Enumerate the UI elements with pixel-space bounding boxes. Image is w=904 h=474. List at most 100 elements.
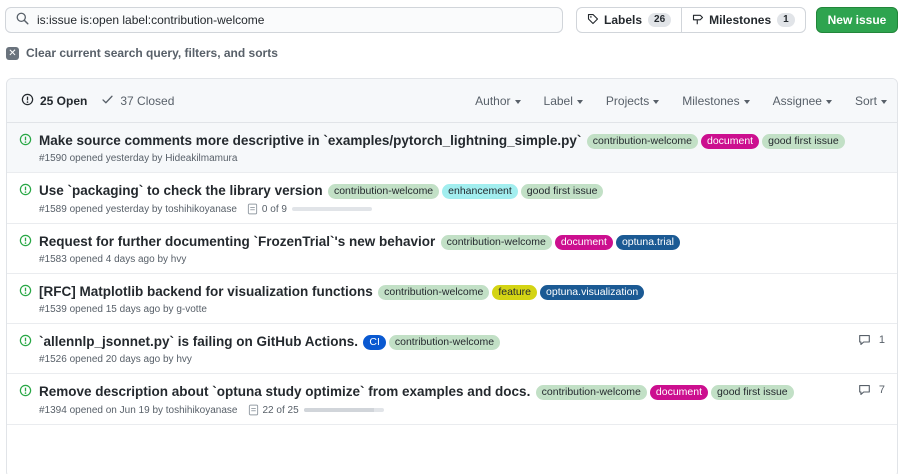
issue-row[interactable]: Use `packaging` to check the library ver… (7, 173, 897, 224)
closed-issues-tab[interactable]: 37 Closed (101, 93, 174, 109)
filter-milestones-label: Milestones (682, 94, 740, 108)
issue-row[interactable]: Remove description about `optuna study o… (7, 374, 897, 425)
issue-opened-icon (19, 284, 32, 300)
issue-meta-text: #1394 opened on Jun 19 by toshihikoyanas… (39, 404, 238, 416)
issue-label[interactable]: good first issue (711, 385, 794, 400)
issue-label[interactable]: document (649, 385, 709, 400)
issue-label[interactable]: CI (363, 335, 386, 350)
issue-meta-text: #1526 opened 20 days ago by hvy (39, 354, 192, 365)
task-progress-text: 0 of 9 (261, 203, 287, 215)
filter-label-label: Label (543, 94, 573, 108)
issue-meta-text: #1583 opened 4 days ago by hvy (39, 254, 187, 265)
issue-label[interactable]: contribution-welcome (535, 385, 647, 400)
issue-title-link[interactable]: Request for further documenting `FrozenT… (39, 234, 435, 249)
issues-list: 25 Open 37 Closed Author Label Projects … (6, 78, 898, 474)
search-input[interactable] (37, 13, 537, 27)
issue-title-link[interactable]: [RFC] Matplotlib backend for visualizati… (39, 284, 373, 299)
issue-label[interactable]: good first issue (520, 184, 604, 199)
comments-link[interactable]: 7 (858, 384, 885, 396)
issue-label[interactable]: optuna.trial (615, 235, 680, 250)
caret-down-icon (743, 99, 750, 104)
issue-meta: #1539 opened 15 days ago by g-votte (39, 304, 897, 315)
filter-assignee[interactable]: Assignee (773, 94, 832, 108)
issue-title-link[interactable]: Make source comments more descriptive in… (39, 133, 581, 148)
check-icon (101, 93, 120, 109)
comment-icon (858, 334, 875, 346)
issue-row[interactable]: Request for further documenting `FrozenT… (7, 224, 897, 274)
new-issue-button[interactable]: New issue (816, 7, 898, 33)
issue-label[interactable]: document (700, 134, 760, 149)
issue-title-link[interactable]: Use `packaging` to check the library ver… (39, 183, 323, 198)
issue-opened-icon (19, 133, 32, 149)
issue-label[interactable]: contribution-welcome (440, 235, 552, 250)
issue-meta: #1526 opened 20 days ago by hvy (39, 354, 897, 365)
issue-title-line: `allennlp_jsonnet.py` is failing on GitH… (39, 332, 897, 352)
comments-link[interactable]: 1 (858, 334, 885, 346)
open-count: 25 Open (40, 93, 88, 108)
clear-filters-link[interactable]: ✕ Clear current search query, filters, a… (6, 46, 278, 60)
issue-label[interactable]: feature (492, 285, 538, 300)
issue-title-line: Make source comments more descriptive in… (39, 131, 897, 151)
checklist-icon (248, 404, 259, 416)
issue-meta-text: #1590 opened yesterday by Hideakilmamura (39, 153, 238, 164)
filter-label[interactable]: Label (544, 94, 583, 108)
issue-meta-text: #1589 opened yesterday by toshihikoyanas… (39, 203, 237, 215)
filter-bar: Author Label Projects Milestones Assigne… (452, 79, 887, 123)
issue-label[interactable]: contribution-welcome (388, 335, 501, 350)
filter-author[interactable]: Author (475, 94, 521, 108)
issue-row[interactable]: `allennlp_jsonnet.py` is failing on GitH… (7, 324, 897, 374)
labels-milestones-nav: Labels 26 Milestones 1 (576, 7, 806, 33)
labels-button[interactable]: Labels 26 (577, 8, 681, 32)
filter-sort-label: Sort (854, 94, 877, 108)
issue-title-line: [RFC] Matplotlib backend for visualizati… (39, 282, 897, 302)
issue-title-link[interactable]: `allennlp_jsonnet.py` is failing on GitH… (39, 334, 358, 349)
issue-title-line: Remove description about `optuna study o… (39, 382, 897, 402)
filter-assignee-label: Assignee (772, 94, 822, 108)
issue-label[interactable]: good first issue (762, 134, 845, 149)
filter-projects-label: Projects (605, 94, 650, 108)
filter-projects[interactable]: Projects (605, 94, 660, 108)
milestones-button[interactable]: Milestones 1 (681, 8, 805, 32)
issue-row[interactable]: Make source comments more descriptive in… (7, 123, 897, 173)
milestones-button-label: Milestones (709, 13, 772, 27)
task-progress: 22 of 25 (248, 404, 384, 416)
issue-label[interactable]: enhancement (442, 184, 518, 199)
caret-down-icon (881, 99, 887, 104)
issue-label[interactable]: contribution-welcome (327, 184, 440, 199)
labels-button-label: Labels (604, 13, 643, 27)
issue-opened-icon (19, 234, 32, 250)
issue-title-line: Request for further documenting `FrozenT… (39, 232, 897, 252)
filter-author-label: Author (475, 94, 511, 108)
caret-down-icon (825, 99, 832, 104)
issue-label[interactable]: document (554, 235, 613, 250)
search-box[interactable] (5, 7, 563, 33)
issue-row[interactable]: [RFC] Matplotlib backend for visualizati… (7, 274, 897, 324)
search-icon (16, 12, 29, 28)
issue-opened-icon (19, 384, 32, 400)
closed-count: 37 Closed (120, 93, 175, 108)
filter-sort[interactable]: Sort (855, 94, 887, 108)
caret-down-icon (576, 99, 583, 104)
close-icon: ✕ (6, 46, 19, 60)
task-progress: 0 of 9 (247, 203, 372, 215)
task-progress-bar (303, 408, 384, 412)
comment-icon (858, 384, 875, 396)
issues-list-header: 25 Open 37 Closed Author Label Projects … (7, 79, 897, 123)
task-progress-text: 22 of 25 (262, 404, 299, 416)
filter-milestones[interactable]: Milestones (682, 94, 750, 108)
caret-down-icon (653, 99, 660, 104)
issue-meta: #1589 opened yesterday by toshihikoyanas… (39, 203, 897, 215)
task-progress-bar (291, 207, 372, 211)
open-issues-tab[interactable]: 25 Open (21, 93, 87, 109)
issue-title-link[interactable]: Remove description about `optuna study o… (39, 384, 530, 399)
issue-label[interactable]: optuna.visualization (540, 285, 645, 300)
checklist-icon (247, 203, 258, 215)
clear-filters-label: Clear current search query, filters, and… (26, 46, 278, 60)
issue-meta: #1394 opened on Jun 19 by toshihikoyanas… (39, 404, 897, 416)
issue-label[interactable]: contribution-welcome (586, 134, 698, 149)
issue-rows: Make source comments more descriptive in… (7, 123, 897, 425)
issue-meta: #1590 opened yesterday by Hideakilmamura (39, 153, 897, 164)
issue-label[interactable]: contribution-welcome (378, 285, 490, 300)
comment-count: 7 (878, 384, 885, 396)
labels-count: 26 (648, 13, 672, 27)
